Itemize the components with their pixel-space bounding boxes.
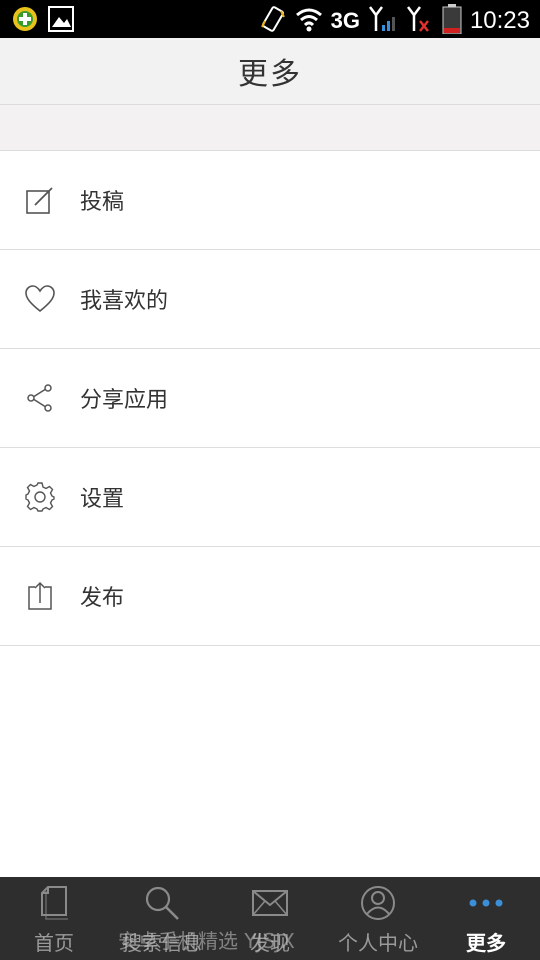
image-notification-icon xyxy=(48,6,74,36)
wifi-icon xyxy=(295,6,323,36)
share-icon xyxy=(24,382,56,414)
tab-profile[interactable]: 个人中心 xyxy=(324,877,432,960)
battery-icon xyxy=(442,4,462,38)
menu-item-settings[interactable]: 设置 xyxy=(0,448,540,547)
tab-home[interactable]: 首页 xyxy=(0,877,108,960)
vibrate-icon xyxy=(259,5,287,37)
menu-item-label: 分享应用 xyxy=(80,388,169,413)
watermark: 安卓手机精选 YJSJX xyxy=(118,929,295,953)
signal-sim2-icon xyxy=(406,5,434,37)
tab-label: 个人中心 xyxy=(338,931,418,955)
tab-more[interactable]: 更多 xyxy=(432,877,540,960)
upload-icon xyxy=(24,580,56,612)
tab-label: 首页 xyxy=(34,931,74,955)
menu-item-label: 投稿 xyxy=(80,190,125,215)
heart-icon xyxy=(24,283,56,315)
menu-item-label: 我喜欢的 xyxy=(80,289,169,314)
mail-icon xyxy=(252,885,288,921)
app-notification-icon xyxy=(12,6,38,36)
menu-item-submit[interactable]: 投稿 xyxy=(0,151,540,250)
menu-list: 投稿 我喜欢的 分享应用 设置 发布 xyxy=(0,151,540,646)
status-bar: 3G 10:23 xyxy=(0,0,540,38)
edit-icon xyxy=(24,184,56,216)
page-title: 更多 xyxy=(238,57,302,92)
header: 更多 xyxy=(0,38,540,105)
tab-label: 更多 xyxy=(466,931,506,955)
user-icon xyxy=(360,885,396,921)
menu-item-label: 发布 xyxy=(80,586,125,611)
document-icon xyxy=(38,885,70,921)
status-time: 10:23 xyxy=(469,7,530,34)
more-dots-icon xyxy=(468,885,504,921)
gear-icon xyxy=(24,481,56,513)
search-icon xyxy=(144,885,180,921)
menu-item-label: 设置 xyxy=(80,487,125,512)
menu-item-publish[interactable]: 发布 xyxy=(0,547,540,646)
menu-item-share-app[interactable]: 分享应用 xyxy=(0,349,540,448)
section-spacer xyxy=(0,105,540,151)
menu-item-favorites[interactable]: 我喜欢的 xyxy=(0,250,540,349)
network-type-label: 3G xyxy=(330,8,360,33)
signal-sim1-icon xyxy=(368,5,398,37)
